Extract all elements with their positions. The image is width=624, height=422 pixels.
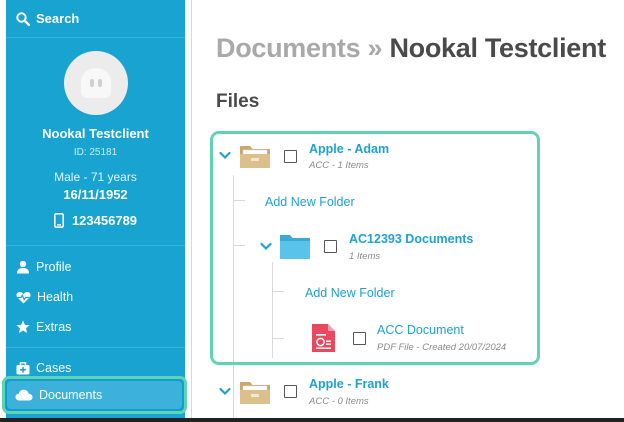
search-label: Search [36, 11, 80, 26]
search-button[interactable]: Search [6, 0, 185, 38]
sidebar: Search Nookal Testclient ID: 25181 Male … [0, 0, 192, 422]
patient-name: Nookal Testclient [42, 126, 149, 141]
sidebar-divider [6, 245, 185, 246]
sidebar-item-label: Cases [36, 361, 72, 375]
patient-dob: 16/11/1952 [63, 187, 128, 202]
avatar-placeholder-icon [81, 68, 111, 98]
patient-phone: 123456789 [6, 213, 185, 228]
sidebar-item-health[interactable]: Health [6, 283, 185, 311]
person-icon [17, 260, 29, 274]
sidebar-item-label: Health [37, 290, 74, 304]
sidebar-item-documents-active[interactable]: Documents [7, 381, 182, 409]
window-bottom-edge [0, 418, 624, 422]
breadcrumb-current: Nookal Testclient [389, 33, 606, 63]
sidebar-item-label: Profile [36, 260, 72, 274]
breadcrumb-separator: » [360, 33, 390, 63]
sidebar-item-extras[interactable]: Extras [6, 313, 185, 341]
sidebar-panel: Search Nookal Testclient ID: 25181 Male … [6, 0, 185, 422]
folder-checkbox[interactable] [284, 385, 297, 398]
folder-name[interactable]: Apple - Frank [309, 377, 389, 391]
page-title: Documents » Nookal Testclient [216, 33, 606, 64]
star-icon [16, 320, 30, 333]
sidebar-item-label: Extras [36, 320, 72, 334]
patient-sex-age: Male - 71 years [54, 170, 137, 184]
sidebar-item-profile[interactable]: Profile [6, 253, 185, 281]
cloud-icon [15, 389, 33, 401]
mobile-phone-icon [53, 213, 64, 228]
patient-id: ID: 25181 [73, 147, 118, 158]
folder-icon[interactable] [239, 377, 271, 405]
avatar [64, 51, 128, 115]
files-heading: Files [216, 91, 260, 112]
heartbeat-icon [16, 291, 31, 303]
chevron-down-icon[interactable] [219, 387, 231, 396]
sidebar-divider [6, 347, 185, 348]
sidebar-item-label: Documents [39, 388, 103, 402]
patient-phone-number: 123456789 [71, 213, 138, 228]
sidebar-item-documents[interactable]: Documents [2, 376, 187, 414]
search-icon [16, 11, 30, 26]
breadcrumb-parent[interactable]: Documents [216, 33, 361, 63]
folder-highlight-outline [210, 131, 540, 365]
medical-briefcase-icon [16, 361, 30, 374]
folder-meta: ACC - 0 Items [309, 396, 369, 407]
